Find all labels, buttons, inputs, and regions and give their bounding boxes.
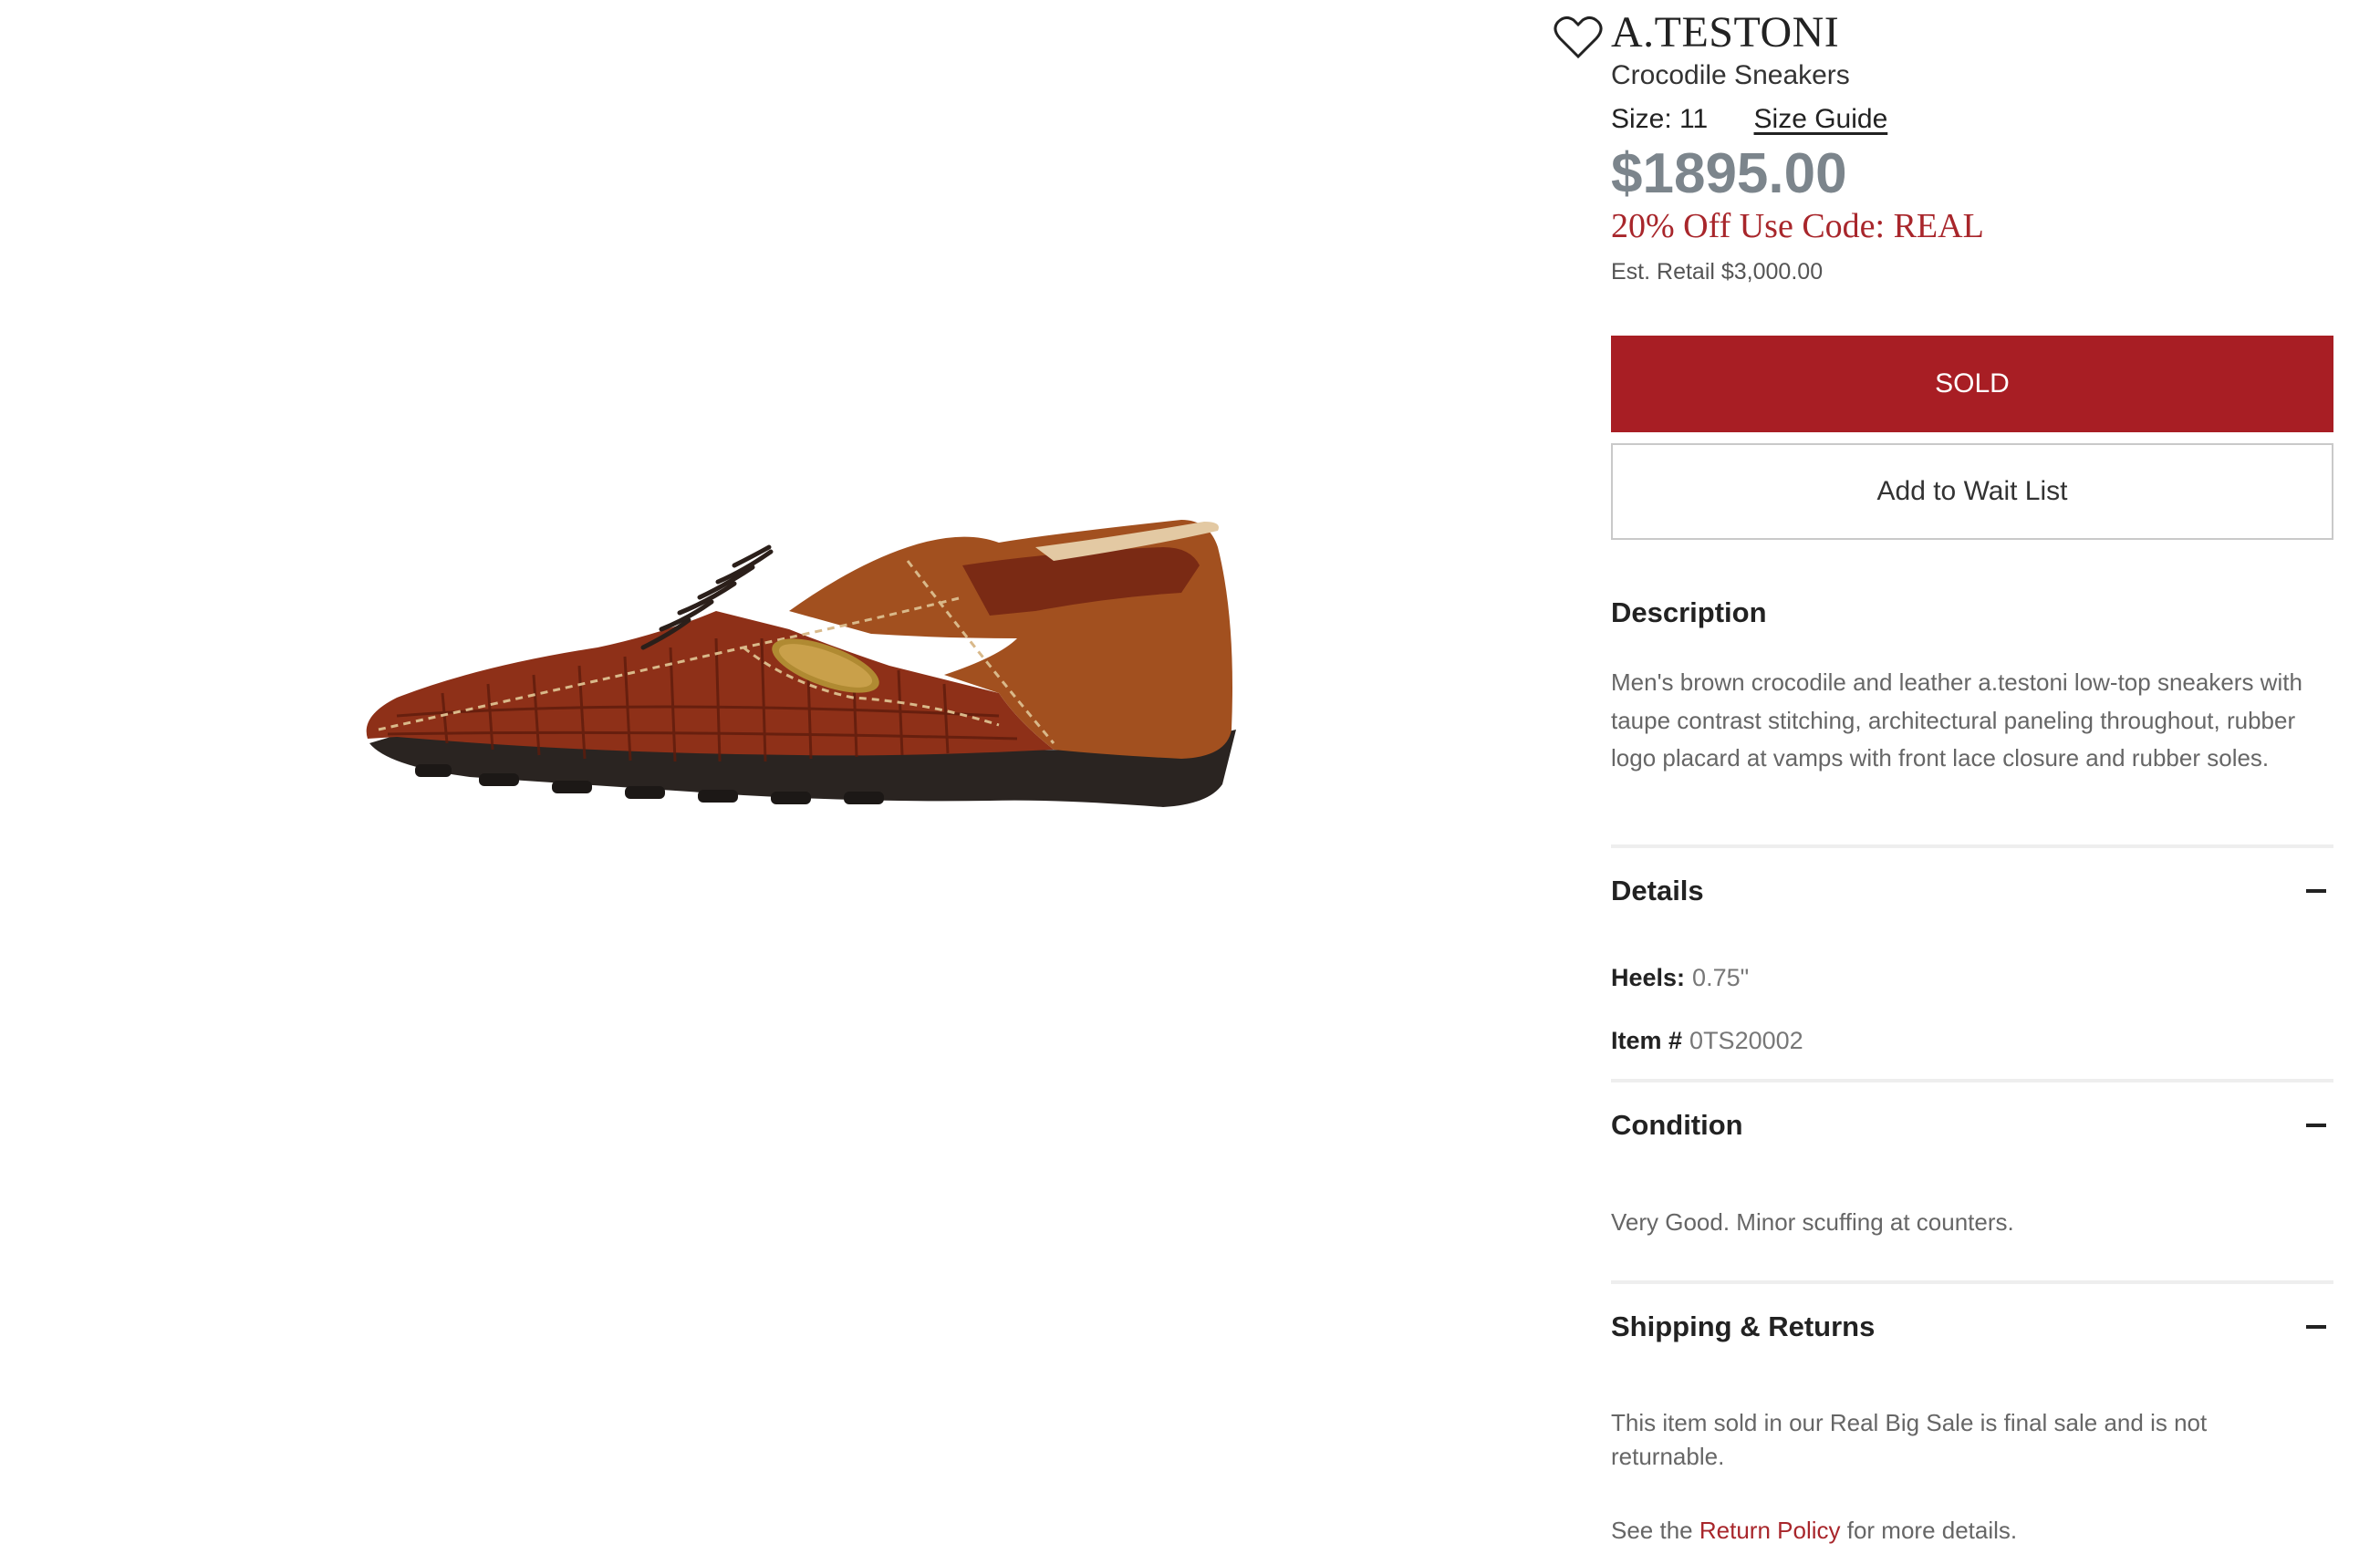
heels-key: Heels: bbox=[1611, 964, 1686, 991]
collapse-minus-icon[interactable] bbox=[2306, 1124, 2326, 1127]
product-image-area bbox=[0, 0, 1551, 1564]
policy-prefix: See the bbox=[1611, 1517, 1693, 1544]
details-section-header[interactable]: Details bbox=[1611, 868, 2333, 914]
add-to-wait-list-button[interactable]: Add to Wait List bbox=[1611, 443, 2333, 540]
size-row: Size: 11 Size Guide bbox=[1611, 104, 1887, 135]
shipping-text: This item sold in our Real Big Sale is f… bbox=[1611, 1409, 2208, 1470]
description-title: Description bbox=[1611, 596, 1767, 628]
product-name: Crocodile Sneakers bbox=[1611, 60, 1850, 90]
promo-text: 20% Off Use Code: REAL bbox=[1611, 207, 1984, 245]
condition-text: Very Good. Minor scuffing at counters. bbox=[1611, 1208, 2014, 1236]
return-policy-line: See the Return Policy for more details. bbox=[1611, 1514, 2304, 1548]
condition-section-header[interactable]: Condition bbox=[1611, 1103, 2333, 1148]
details-title: Details bbox=[1611, 875, 1704, 906]
divider bbox=[1611, 844, 2333, 848]
collapse-minus-icon[interactable] bbox=[2306, 1325, 2326, 1329]
divider bbox=[1611, 1079, 2333, 1082]
shipping-section-header[interactable]: Shipping & Returns bbox=[1611, 1304, 2333, 1350]
product-info-panel: A.TESTONI Crocodile Sneakers Size: 11 Si… bbox=[1611, 0, 2333, 1564]
divider bbox=[1611, 1280, 2333, 1284]
heels-row: Heels: 0.75" bbox=[1611, 964, 1749, 992]
policy-suffix: for more details. bbox=[1846, 1517, 2018, 1544]
return-policy-link[interactable]: Return Policy bbox=[1699, 1517, 1841, 1544]
shoe-product-image[interactable] bbox=[360, 511, 1245, 848]
estimated-retail: Est. Retail $3,000.00 bbox=[1611, 259, 1824, 285]
heels-value: 0.75" bbox=[1692, 964, 1750, 991]
sold-button[interactable]: SOLD bbox=[1611, 336, 2333, 432]
price: $1895.00 bbox=[1611, 142, 1847, 205]
size-guide-link[interactable]: Size Guide bbox=[1754, 104, 1888, 134]
shipping-title: Shipping & Returns bbox=[1611, 1310, 1876, 1342]
description-text: Men's brown crocodile and leather a.test… bbox=[1611, 668, 2302, 772]
collapse-minus-icon[interactable] bbox=[2306, 889, 2326, 893]
item-number-key: Item # bbox=[1611, 1027, 1683, 1054]
brand-name[interactable]: A.TESTONI bbox=[1611, 7, 1839, 57]
size-label: Size: 11 bbox=[1611, 104, 1709, 134]
heart-icon[interactable] bbox=[1554, 15, 1603, 60]
item-number-row: Item #0TS20002 bbox=[1611, 1027, 1803, 1055]
condition-title: Condition bbox=[1611, 1109, 1743, 1141]
item-number-value: 0TS20002 bbox=[1689, 1027, 1803, 1054]
